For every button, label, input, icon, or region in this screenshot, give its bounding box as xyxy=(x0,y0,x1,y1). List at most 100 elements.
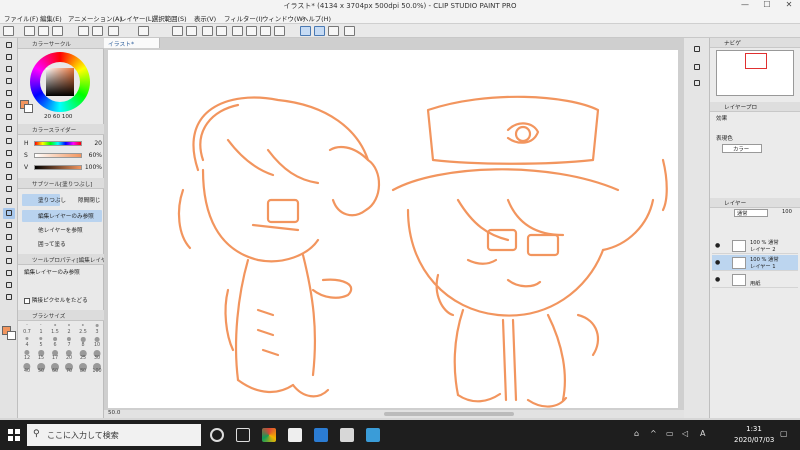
value-slider[interactable]: V 100% xyxy=(24,164,102,171)
eyedropper-tool-icon[interactable] xyxy=(3,112,15,123)
sub-color-swatch[interactable] xyxy=(7,331,16,340)
adjacent-pixel-checkbox[interactable] xyxy=(24,297,30,304)
fill-icon[interactable] xyxy=(232,26,243,36)
menu-selection[interactable]: 選択範囲(S) xyxy=(152,14,187,23)
network-icon[interactable]: ▭ xyxy=(666,429,674,438)
text-tool-icon[interactable] xyxy=(3,268,15,279)
export-icon[interactable] xyxy=(108,26,119,36)
move-layer-tool-icon[interactable] xyxy=(3,76,15,87)
new-icon[interactable] xyxy=(24,26,35,36)
figure-tool-icon[interactable] xyxy=(3,232,15,243)
eye-icon[interactable]: ● xyxy=(715,242,720,249)
snap-special-ruler-icon[interactable] xyxy=(314,26,325,36)
redo-icon[interactable] xyxy=(186,26,197,36)
layer-row[interactable]: ● 100 % 通常 レイヤー 1 xyxy=(712,255,798,271)
brush-size-cell[interactable]: 1.5 xyxy=(48,322,62,335)
brush-tool-icon[interactable] xyxy=(3,148,15,159)
menu-filter[interactable]: フィルター(I) xyxy=(224,14,263,23)
brush-size-cell[interactable]: 6 xyxy=(48,335,62,348)
invert-selection-icon[interactable] xyxy=(274,26,285,36)
frame-tool-icon[interactable] xyxy=(3,244,15,255)
transform-icon[interactable] xyxy=(246,26,257,36)
notification-icon[interactable]: ▢ xyxy=(780,429,788,438)
color-wheel[interactable] xyxy=(30,52,90,112)
brush-size-cell[interactable]: 2 xyxy=(62,322,76,335)
print-icon[interactable] xyxy=(92,26,103,36)
zoom-tool-icon[interactable] xyxy=(3,40,15,51)
people-icon[interactable]: ⌂ xyxy=(634,429,639,438)
brush-size-cell[interactable]: 80 xyxy=(76,361,90,374)
settings-icon[interactable] xyxy=(78,26,89,36)
brush-size-cell[interactable]: 70 xyxy=(62,361,76,374)
menu-view[interactable]: 表示(V) xyxy=(194,14,216,23)
zoom-level[interactable]: 50.0 xyxy=(108,410,120,416)
clip-studio-taskbar-icon[interactable] xyxy=(288,428,302,442)
windows-start-icon[interactable] xyxy=(8,429,20,441)
brush-size-cell[interactable]: 3 xyxy=(90,322,104,335)
auto-select-tool-icon[interactable] xyxy=(3,100,15,111)
menu-layer[interactable]: レイヤー(L) xyxy=(120,14,154,23)
layer-row[interactable]: ● 用紙 xyxy=(712,272,798,288)
cortana-icon[interactable] xyxy=(210,428,224,442)
brush-size-cell[interactable]: 10 xyxy=(90,335,104,348)
app-icon-2[interactable] xyxy=(366,428,380,442)
balloon-tool-icon[interactable] xyxy=(3,280,15,291)
brush-size-cell[interactable]: 15 xyxy=(34,348,48,361)
display-color-select[interactable]: カラー xyxy=(722,144,762,153)
task-view-icon[interactable] xyxy=(236,428,250,442)
blend-tool-icon[interactable] xyxy=(3,196,15,207)
hue-slider[interactable]: H 20 xyxy=(24,140,102,147)
opacity-value[interactable]: 100 xyxy=(782,209,792,215)
close-button[interactable]: ✕ xyxy=(778,0,800,9)
selection-tool-icon[interactable] xyxy=(3,88,15,99)
brush-size-cell[interactable]: 100 xyxy=(90,361,104,374)
decoration-tool-icon[interactable] xyxy=(3,172,15,183)
minimize-button[interactable]: — xyxy=(734,0,756,9)
volume-icon[interactable]: ◁ xyxy=(682,429,688,438)
save-icon[interactable] xyxy=(52,26,63,36)
deselect-icon[interactable] xyxy=(260,26,271,36)
move-tool-icon[interactable] xyxy=(3,52,15,63)
cut-icon[interactable] xyxy=(216,26,227,36)
chrome-icon[interactable] xyxy=(262,428,276,442)
navigator-preview[interactable] xyxy=(716,50,794,96)
tab-close-gap[interactable]: 隙間閉じ xyxy=(62,194,102,206)
eye-icon[interactable]: ● xyxy=(715,259,720,266)
layer-tab-label[interactable]: レイヤー xyxy=(724,199,746,207)
menu-window[interactable]: ウィンドウ(W) xyxy=(262,14,305,23)
maximize-button[interactable]: ☐ xyxy=(756,0,778,9)
brush-size-cell[interactable]: 12 xyxy=(20,348,34,361)
brush-size-cell[interactable]: 25 xyxy=(76,348,90,361)
subtool-enclose-and-fill[interactable]: 囲って塗る xyxy=(22,238,102,250)
menu-help[interactable]: ヘルプ(H) xyxy=(302,14,331,23)
pencil-tool-icon[interactable] xyxy=(3,136,15,147)
subtool-edit-layer-only[interactable]: 編集レイヤーのみ参照 xyxy=(22,210,102,222)
gradient-tool-icon[interactable] xyxy=(3,220,15,231)
menu-file[interactable]: ファイル(F) xyxy=(4,14,38,23)
subtool-refer-other-layers[interactable]: 他レイヤーを参照 xyxy=(22,224,102,236)
menu-edit[interactable]: 編集(E) xyxy=(40,14,62,23)
snap-ruler-icon[interactable] xyxy=(300,26,311,36)
canvas[interactable] xyxy=(108,50,678,408)
brush-size-cell[interactable]: 0.7 xyxy=(20,322,34,335)
document-tab[interactable]: イラスト* xyxy=(104,38,160,48)
snap-grid-icon[interactable] xyxy=(328,26,339,36)
blend-mode-select[interactable]: 通常 xyxy=(734,209,768,217)
ruler-tool-icon[interactable] xyxy=(3,256,15,267)
hand-drawn-icon[interactable] xyxy=(344,26,355,36)
navigator-icon[interactable] xyxy=(691,78,703,89)
brush-size-cell[interactable]: 5 xyxy=(34,335,48,348)
eraser-tool-icon[interactable] xyxy=(3,184,15,195)
adjacent-pixel-option[interactable]: 隣接ピクセルをたどる xyxy=(24,296,88,304)
clock[interactable]: 1:31 2020/07/03 xyxy=(734,424,774,446)
layer-row[interactable]: ● 100 % 通常 レイヤー 2 xyxy=(712,238,798,254)
open-icon[interactable] xyxy=(38,26,49,36)
brush-size-cell[interactable]: 8 xyxy=(76,335,90,348)
mail-icon[interactable] xyxy=(314,428,328,442)
eye-icon[interactable]: ● xyxy=(715,276,720,283)
brush-size-cell[interactable]: 1 xyxy=(34,322,48,335)
saturation-slider[interactable]: S 60% xyxy=(24,152,102,159)
brush-size-cell[interactable]: 20 xyxy=(62,348,76,361)
clip-studio-icon[interactable] xyxy=(138,26,149,36)
brush-size-cell[interactable]: 4 xyxy=(20,335,34,348)
